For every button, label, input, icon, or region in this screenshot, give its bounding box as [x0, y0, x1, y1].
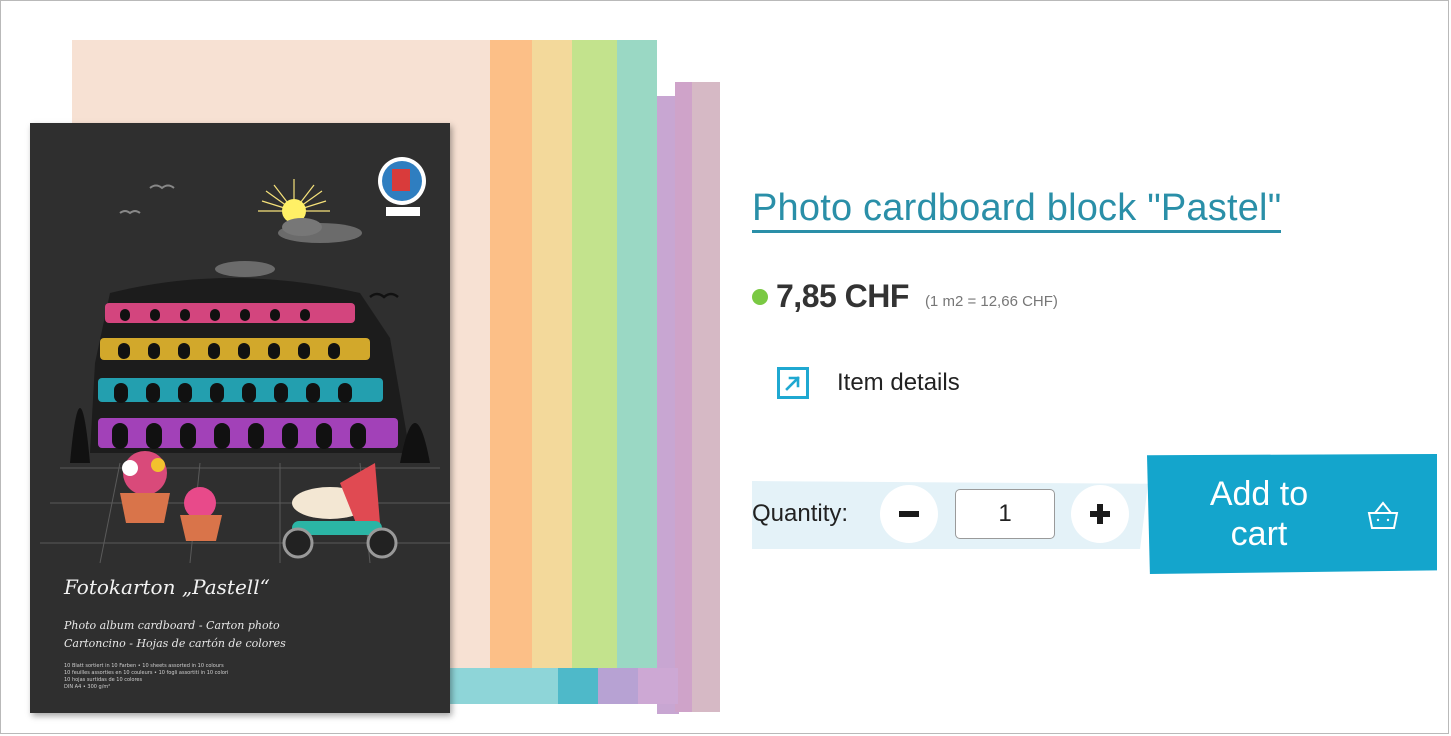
item-details-link[interactable]: Item details: [777, 367, 960, 399]
quantity-decrease-button[interactable]: [880, 485, 938, 543]
minus-icon: [899, 511, 919, 517]
sheet-mauve: [692, 82, 720, 712]
plus-icon: [1090, 504, 1110, 524]
item-details-label: Item details: [837, 369, 960, 396]
price-row: 7,85 CHF (1 m2 = 12,66 CHF): [752, 278, 1058, 315]
quantity-label: Quantity:: [752, 500, 849, 527]
sheet-pink: [638, 668, 678, 704]
sheet-orange: [490, 40, 532, 672]
unit-price: (1 m2 = 12,66 CHF): [924, 293, 1058, 310]
sheet-teal: [558, 668, 598, 704]
sheet-lavender: [598, 668, 638, 704]
basket-icon: [1366, 500, 1400, 534]
sheet-aqua: [450, 668, 558, 704]
sheet-green: [572, 40, 617, 672]
cover-title: Fotokarton „Pastell“: [64, 575, 270, 599]
quantity-input[interactable]: [955, 489, 1055, 539]
cover-small-print: 10 Blatt sortiert in 10 Farben • 10 shee…: [64, 663, 229, 690]
add-to-cart-button[interactable]: Add to cart: [1147, 454, 1437, 574]
cover-subtitle: Photo album cardboard - Carton photo Car…: [64, 619, 286, 650]
block-cover: Fotokarton „Pastell“ Photo album cardboa…: [30, 123, 450, 713]
availability-dot-icon: [752, 288, 768, 305]
product-image[interactable]: Fotokarton „Pastell“ Photo album cardboa…: [30, 38, 722, 718]
quantity-increase-button[interactable]: [1071, 485, 1129, 543]
product-title[interactable]: Photo cardboard block "Pastel": [752, 187, 1282, 233]
sheet-yellow: [532, 40, 572, 672]
external-link-icon: [777, 367, 809, 399]
add-to-cart-label: Add to cart: [1209, 475, 1309, 553]
sheet-purple: [675, 82, 692, 712]
sheet-mint: [617, 40, 657, 672]
price: 7,85 CHF: [776, 278, 909, 314]
